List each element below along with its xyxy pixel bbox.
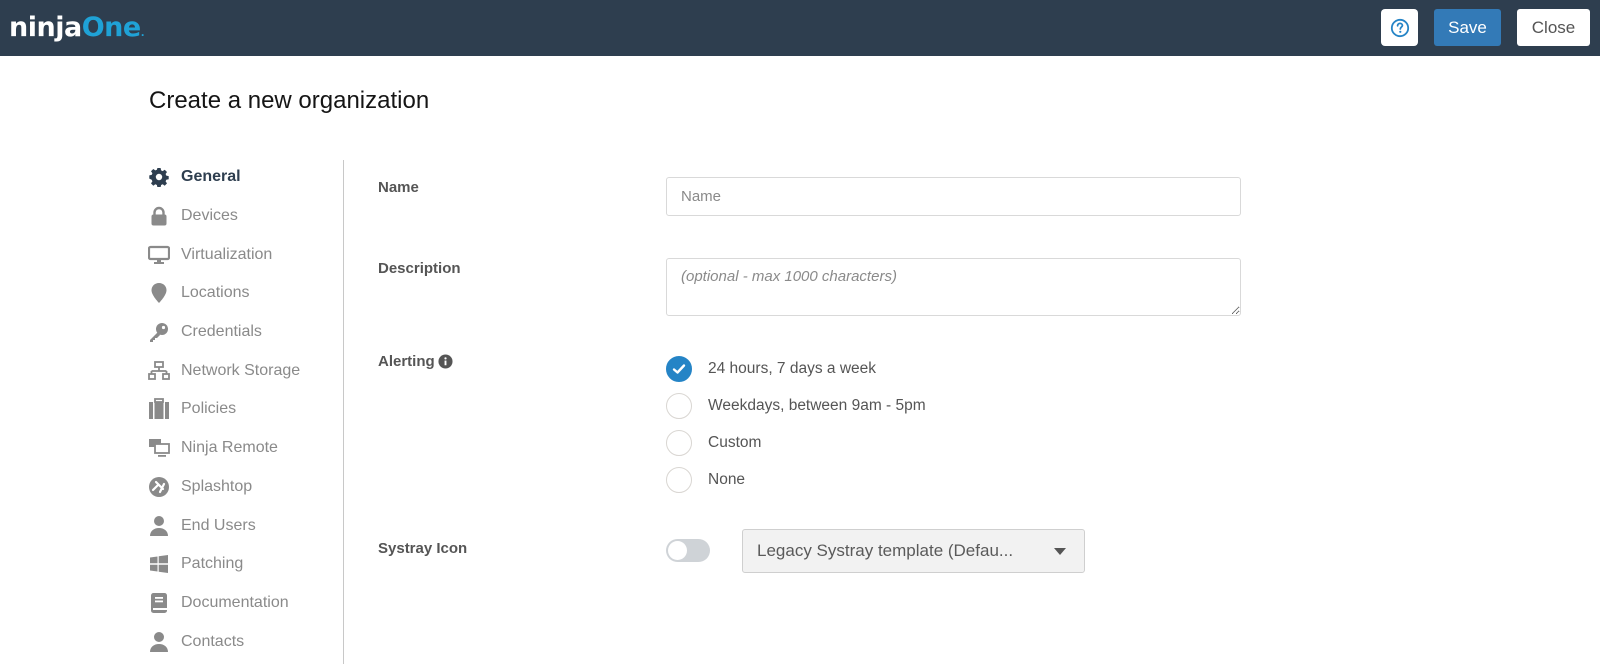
- sidebar-item-patching[interactable]: Patching: [148, 545, 343, 584]
- network-icon: [148, 360, 170, 382]
- logo-text-one: One: [81, 12, 142, 43]
- sidebar-item-label: Virtualization: [181, 245, 273, 263]
- checkmark-icon: [672, 363, 686, 374]
- select-value: Legacy Systray template (Defau...: [757, 541, 1014, 560]
- sidebar-item-splashtop[interactable]: Splashtop: [148, 468, 343, 507]
- top-bar: ninjaOne. Save Close: [0, 0, 1600, 56]
- alerting-radio-group: 24 hours, 7 days a week Weekdays, betwee…: [666, 350, 926, 498]
- user-icon: [148, 631, 170, 653]
- radio-unchecked[interactable]: [666, 429, 692, 456]
- help-button[interactable]: [1381, 9, 1418, 46]
- remote-desktop-icon: [148, 437, 170, 459]
- sidebar-item-label: Network Storage: [181, 361, 301, 379]
- save-button[interactable]: Save: [1434, 9, 1501, 46]
- sidebar-item-contacts[interactable]: Contacts: [148, 622, 343, 661]
- sidebar-item-label: Patching: [181, 555, 244, 573]
- key-icon: [148, 321, 170, 343]
- radio-label: None: [708, 470, 746, 488]
- systray-template-select[interactable]: Legacy Systray template (Defau...: [742, 529, 1085, 573]
- sidebar-item-ninja-remote[interactable]: Ninja Remote: [148, 429, 343, 468]
- name-input[interactable]: [666, 177, 1241, 216]
- radio-label: Weekdays, between 9am - 5pm: [708, 396, 926, 414]
- sidebar-item-documentation[interactable]: Documentation: [148, 584, 343, 623]
- description-label: Description: [378, 260, 461, 277]
- sidebar-item-locations[interactable]: Locations: [148, 274, 343, 313]
- description-textarea[interactable]: [666, 258, 1241, 316]
- alerting-label: Alerting: [378, 353, 435, 370]
- logo-text-ninja: ninja: [9, 12, 82, 43]
- radio-unchecked[interactable]: [666, 466, 692, 493]
- sidebar-item-virtualization[interactable]: Virtualization: [148, 235, 343, 274]
- alerting-option-none[interactable]: None: [666, 461, 926, 498]
- sidebar-item-label: General: [181, 168, 241, 186]
- alerting-label-group: Alerting: [378, 353, 453, 370]
- ninjaone-logo: ninjaOne.: [9, 10, 145, 52]
- radio-label: 24 hours, 7 days a week: [708, 359, 877, 377]
- sidebar-item-label: Policies: [181, 400, 237, 418]
- page-title: Create a new organization: [149, 87, 430, 114]
- alerting-option-24-7[interactable]: 24 hours, 7 days a week: [666, 350, 926, 387]
- radio-unchecked[interactable]: [666, 392, 692, 419]
- name-label: Name: [378, 179, 419, 196]
- book-icon: [148, 592, 170, 614]
- sidebar-item-label: End Users: [181, 516, 256, 534]
- sidebar-item-label: Locations: [181, 284, 250, 302]
- splashtop-icon: [148, 476, 170, 498]
- alerting-option-custom[interactable]: Custom: [666, 424, 926, 461]
- map-pin-icon: [148, 282, 170, 304]
- briefcase-icon: [148, 398, 170, 420]
- question-circle-icon: [1390, 18, 1409, 37]
- sidebar-divider: [343, 160, 344, 664]
- toggle-knob: [668, 541, 687, 560]
- systray-label: Systray Icon: [378, 540, 468, 557]
- gear-icon: [148, 166, 170, 188]
- sidebar-item-credentials[interactable]: Credentials: [148, 313, 343, 352]
- systray-toggle[interactable]: [666, 539, 710, 562]
- settings-sidebar: General Devices Virtualization Locations…: [148, 158, 343, 661]
- info-circle-icon[interactable]: [438, 354, 453, 369]
- sidebar-item-end-users[interactable]: End Users: [148, 506, 343, 545]
- lock-icon: [148, 205, 170, 227]
- monitor-icon: [148, 244, 170, 266]
- windows-icon: [148, 553, 170, 575]
- user-icon: [148, 515, 170, 537]
- sidebar-item-label: Splashtop: [181, 477, 253, 495]
- sidebar-item-label: Documentation: [181, 593, 289, 611]
- sidebar-item-devices[interactable]: Devices: [148, 197, 343, 236]
- sidebar-item-network-storage[interactable]: Network Storage: [148, 351, 343, 390]
- logo-mark: .: [140, 28, 145, 39]
- sidebar-item-label: Contacts: [181, 632, 245, 650]
- alerting-option-weekdays[interactable]: Weekdays, between 9am - 5pm: [666, 387, 926, 424]
- sidebar-item-label: Credentials: [181, 323, 262, 341]
- radio-checked[interactable]: [666, 355, 692, 382]
- sidebar-item-policies[interactable]: Policies: [148, 390, 343, 429]
- sidebar-item-label: Ninja Remote: [181, 439, 278, 457]
- sidebar-item-label: Devices: [181, 207, 238, 225]
- caret-down-icon: [1054, 547, 1066, 555]
- radio-label: Custom: [708, 433, 762, 451]
- close-button[interactable]: Close: [1517, 9, 1590, 46]
- sidebar-item-general[interactable]: General: [148, 158, 343, 197]
